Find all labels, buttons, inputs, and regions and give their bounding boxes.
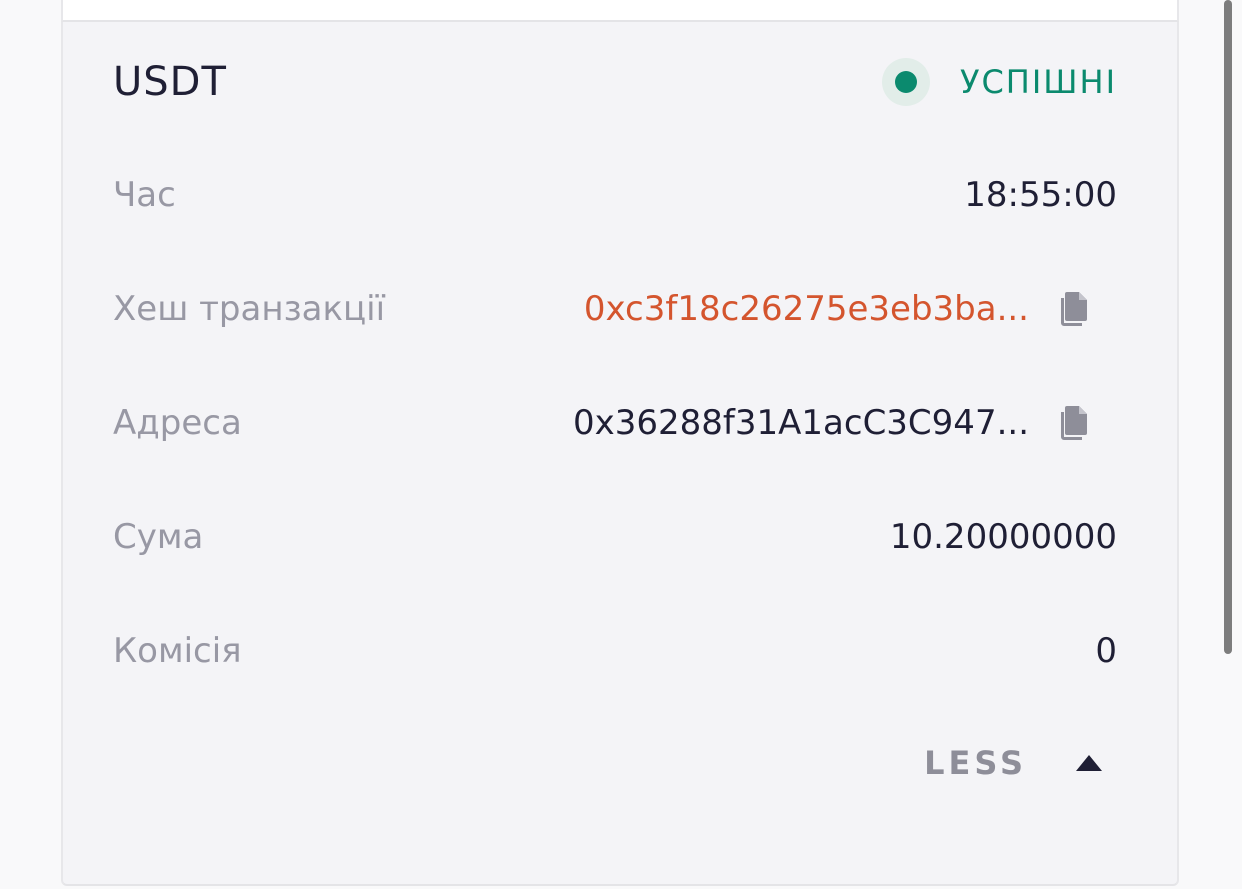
amount-label: Сума xyxy=(113,517,204,557)
less-toggle-button[interactable]: LESS xyxy=(924,744,1103,782)
status-badge: УСПІШНІ xyxy=(881,58,1117,106)
caret-up-icon xyxy=(1075,754,1103,772)
detail-row-amount: Сума 10.20000000 xyxy=(113,507,1117,567)
asset-name: USDT xyxy=(113,59,227,105)
address-value: 0x36288f31A1acC3C947... xyxy=(573,403,1029,443)
time-value: 18:55:00 xyxy=(964,175,1117,215)
status-text: УСПІШНІ xyxy=(959,63,1117,101)
address-value-group: 0x36288f31A1acC3C947... xyxy=(573,403,1117,443)
status-dot-icon xyxy=(881,58,930,106)
detail-row-fee: Комісія 0 xyxy=(113,621,1117,681)
transaction-card: USDT УСПІШНІ Час 18:55:00 Хеш транзакції… xyxy=(61,22,1179,886)
hash-label: Хеш транзакції xyxy=(113,289,386,329)
detail-row-address: Адреса 0x36288f31A1acC3C947... xyxy=(113,393,1117,453)
copy-icon[interactable] xyxy=(1059,405,1093,441)
page: USDT УСПІШНІ Час 18:55:00 Хеш транзакції… xyxy=(0,0,1242,889)
transaction-hash-link[interactable]: 0xc3f18c26275e3eb3ba... xyxy=(584,289,1029,329)
transaction-header: USDT УСПІШНІ xyxy=(113,52,1117,112)
detail-row-time: Час 18:55:00 xyxy=(113,165,1117,225)
time-label: Час xyxy=(113,175,176,215)
previous-card-edge xyxy=(61,0,1179,22)
fee-value: 0 xyxy=(1095,631,1117,671)
fee-label: Комісія xyxy=(113,631,242,671)
amount-value: 10.20000000 xyxy=(889,517,1117,557)
scrollbar[interactable] xyxy=(1224,0,1232,654)
hash-value-group: 0xc3f18c26275e3eb3ba... xyxy=(584,289,1117,329)
less-label: LESS xyxy=(924,744,1027,782)
address-label: Адреса xyxy=(113,403,242,443)
copy-icon[interactable] xyxy=(1059,291,1093,327)
detail-row-hash: Хеш транзакції 0xc3f18c26275e3eb3ba... xyxy=(113,279,1117,339)
